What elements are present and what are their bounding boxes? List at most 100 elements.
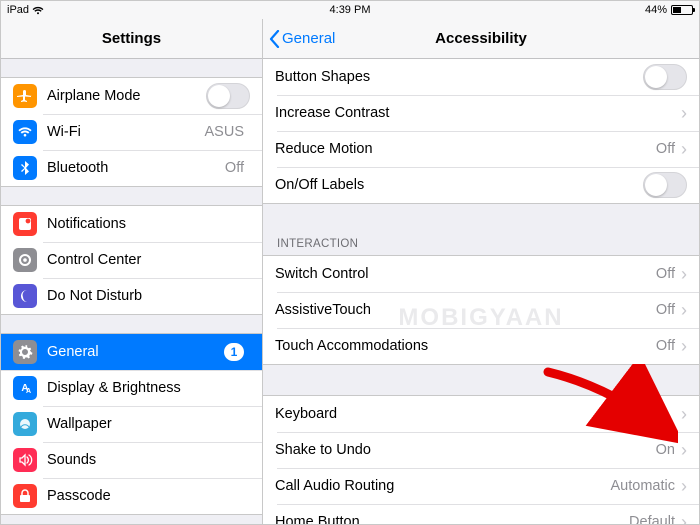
row-label: Do Not Disturb [47,288,250,304]
sidebar-item-sounds[interactable]: Sounds [1,442,262,478]
battery-percent: 44% [645,4,667,16]
chevron-left-icon [269,30,280,48]
detail-group-2: Switch Control Off › AssistiveTouch Off … [263,255,699,365]
sidebar-item-display[interactable]: AA Display & Brightness [1,370,262,406]
back-button[interactable]: General [269,30,335,48]
row-label: Increase Contrast [275,105,681,121]
section-header-interaction: INTERACTION [263,234,699,255]
row-label: Sounds [47,452,250,468]
clock: 4:39 PM [330,4,371,16]
row-label: Keyboard [275,406,681,422]
chevron-right-icon: › [681,441,687,459]
row-label: Reduce Motion [275,141,656,157]
chevron-right-icon: › [681,301,687,319]
sidebar: Settings Airplane Mode Wi-Fi ASUS [1,19,263,524]
row-increase-contrast[interactable]: Increase Contrast › [263,95,699,131]
detail-title: Accessibility [435,30,527,47]
row-label: Wallpaper [47,416,250,432]
onoff-labels-toggle[interactable] [643,172,687,198]
row-label: AssistiveTouch [275,302,656,318]
sidebar-item-dnd[interactable]: Do Not Disturb [1,278,262,314]
row-label: Passcode [47,488,250,504]
row-value: Off [225,160,244,176]
svg-text:A: A [26,388,31,395]
row-value: Off [656,266,675,282]
sidebar-item-passcode[interactable]: Passcode [1,478,262,514]
passcode-icon [13,484,37,508]
sidebar-item-airplane[interactable]: Airplane Mode [1,78,262,114]
sidebar-item-bluetooth[interactable]: Bluetooth Off [1,150,262,186]
status-bar: iPad 4:39 PM 44% [1,1,699,19]
wifi-icon [13,120,37,144]
row-label: Home Button [275,514,629,524]
row-label: Touch Accommodations [275,338,656,354]
airplane-icon [13,84,37,108]
row-label: Wi-Fi [47,124,205,140]
chevron-right-icon: › [681,405,687,423]
sidebar-title-bar: Settings [1,19,262,59]
sidebar-title: Settings [102,30,161,47]
row-label: Bluetooth [47,160,225,176]
wallpaper-icon [13,412,37,436]
detail-title-bar: General Accessibility [263,19,699,59]
sounds-icon [13,448,37,472]
battery-icon [671,5,693,15]
button-shapes-toggle[interactable] [643,64,687,90]
chevron-right-icon: › [681,337,687,355]
detail-pane: General Accessibility Button Shapes Incr… [263,19,699,524]
row-label: General [47,344,224,360]
row-shake-to-undo[interactable]: Shake to Undo On › [263,432,699,468]
row-label: Switch Control [275,266,656,282]
display-icon: AA [13,376,37,400]
chevron-right-icon: › [681,477,687,495]
wifi-icon [32,6,44,15]
row-onoff-labels[interactable]: On/Off Labels [263,167,699,203]
moon-icon [13,284,37,308]
chevron-right-icon: › [681,104,687,122]
row-value: Automatic [611,478,675,494]
row-label: Display & Brightness [47,380,250,396]
back-label: General [282,30,335,47]
row-switch-control[interactable]: Switch Control Off › [263,256,699,292]
row-home-button[interactable]: Home Button Default › [263,504,699,524]
row-label: Airplane Mode [47,88,206,104]
sidebar-item-control-center[interactable]: Control Center [1,242,262,278]
control-center-icon [13,248,37,272]
sidebar-group-1: Airplane Mode Wi-Fi ASUS Bluetooth Off [1,77,262,187]
device-label: iPad [7,4,29,16]
row-value: On [656,442,675,458]
row-call-audio-routing[interactable]: Call Audio Routing Automatic › [263,468,699,504]
airplane-toggle[interactable] [206,83,250,109]
row-value: ASUS [205,124,245,140]
detail-group-1: Button Shapes Increase Contrast › Reduce… [263,59,699,204]
sidebar-item-general[interactable]: General 1 [1,334,262,370]
sidebar-group-3: General 1 AA Display & Brightness Wallpa… [1,333,262,515]
chevron-right-icon: › [681,265,687,283]
sidebar-group-2: Notifications Control Center Do Not Dist… [1,205,262,315]
chevron-right-icon: › [681,140,687,158]
sidebar-item-notifications[interactable]: Notifications [1,206,262,242]
sidebar-item-wifi[interactable]: Wi-Fi ASUS [1,114,262,150]
detail-group-3: Keyboard › Shake to Undo On › Call Audio… [263,395,699,524]
row-label: Control Center [47,252,250,268]
notifications-icon [13,212,37,236]
row-label: On/Off Labels [275,177,643,193]
gear-icon [13,340,37,364]
row-touch-accommodations[interactable]: Touch Accommodations Off › [263,328,699,364]
row-label: Shake to Undo [275,442,656,458]
row-reduce-motion[interactable]: Reduce Motion Off › [263,131,699,167]
bluetooth-icon [13,156,37,180]
row-value: Default [629,514,675,524]
row-value: Off [656,141,675,157]
row-value: Off [656,338,675,354]
sidebar-item-wallpaper[interactable]: Wallpaper [1,406,262,442]
badge: 1 [224,343,244,361]
row-assistivetouch[interactable]: AssistiveTouch Off › [263,292,699,328]
row-label: Call Audio Routing [275,478,611,494]
row-button-shapes[interactable]: Button Shapes [263,59,699,95]
row-keyboard[interactable]: Keyboard › [263,396,699,432]
chevron-right-icon: › [681,513,687,524]
row-label: Notifications [47,216,250,232]
row-value: Off [656,302,675,318]
row-label: Button Shapes [275,69,643,85]
